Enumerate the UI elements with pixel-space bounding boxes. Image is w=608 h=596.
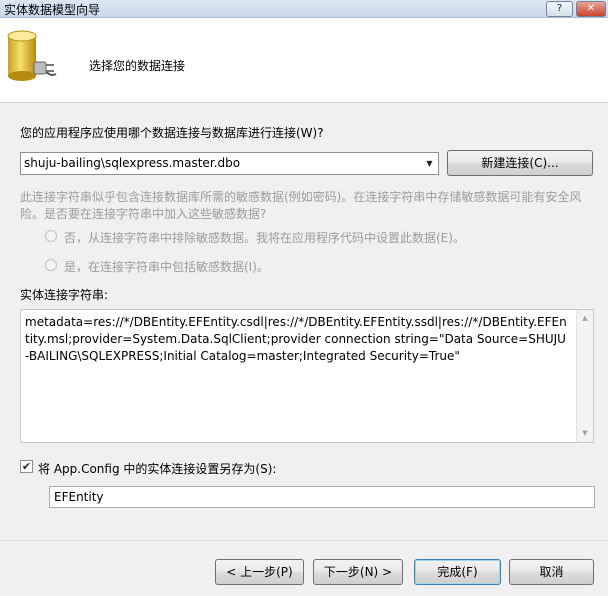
scroll-down-icon[interactable]: ▼ (577, 425, 593, 442)
window-title: 实体数据模型向导 (4, 3, 101, 17)
save-config-label: 将 App.Config 中的实体连接设置另存为(S): (38, 462, 277, 476)
page-title: 选择您的数据连接 (89, 59, 186, 73)
include-sensitive-label: 是，在连接字符串中包括敏感数据(I)。 (64, 260, 269, 274)
help-button[interactable]: ? (546, 1, 573, 17)
footer-divider (0, 540, 608, 541)
entity-connection-textarea[interactable]: metadata=res://*/DBEntity.EFEntity.csdl|… (20, 309, 594, 443)
sensitive-warning-line1: 此连接字符串似乎包含连接数据库所需的敏感数据(例如密码)。在连接字符串中存储敏感… (20, 190, 582, 204)
exclude-sensitive-radio[interactable] (45, 230, 57, 242)
entity-connection-text: metadata=res://*/DBEntity.EFEntity.csdl|… (25, 315, 567, 363)
dropdown-arrow-icon[interactable]: ▼ (421, 153, 438, 174)
config-name-value: EFEntity (54, 490, 104, 504)
cancel-button[interactable]: 取消 (509, 559, 594, 585)
exclude-sensitive-label: 否，从连接字符串中排除敏感数据。我将在应用程序代码中设置此数据(E)。 (64, 231, 465, 245)
next-button[interactable]: 下一步(N) > (313, 559, 403, 585)
config-name-input[interactable]: EFEntity (49, 486, 595, 508)
back-button[interactable]: < 上一步(P) (215, 559, 304, 585)
new-connection-button[interactable]: 新建连接(C)... (447, 150, 593, 176)
title-bar: 实体数据模型向导 ? ✕ (0, 0, 608, 18)
connection-selected-value: shuju-bailing\sqlexpress.master.dbo (24, 156, 241, 170)
include-sensitive-radio[interactable] (45, 259, 57, 271)
save-config-checkbox[interactable]: ✔ (20, 460, 33, 473)
sensitive-warning-line2: 险。是否要在连接字符串中加入这些敏感数据? (20, 207, 267, 221)
scroll-up-icon[interactable]: ▲ (577, 310, 593, 327)
database-plug-icon (7, 30, 57, 81)
connection-dropdown[interactable]: shuju-bailing\sqlexpress.master.dbo ▼ (20, 152, 439, 175)
wizard-header: 选择您的数据连接 (0, 18, 608, 103)
entity-connection-label: 实体连接字符串: (20, 288, 109, 302)
textarea-scrollbar[interactable]: ▲ ▼ (576, 310, 593, 442)
finish-button[interactable]: 完成(F) (414, 559, 501, 585)
close-button[interactable]: ✕ (576, 1, 606, 17)
connection-question: 您的应用程序应使用哪个数据连接与数据库进行连接(W)? (20, 126, 324, 140)
